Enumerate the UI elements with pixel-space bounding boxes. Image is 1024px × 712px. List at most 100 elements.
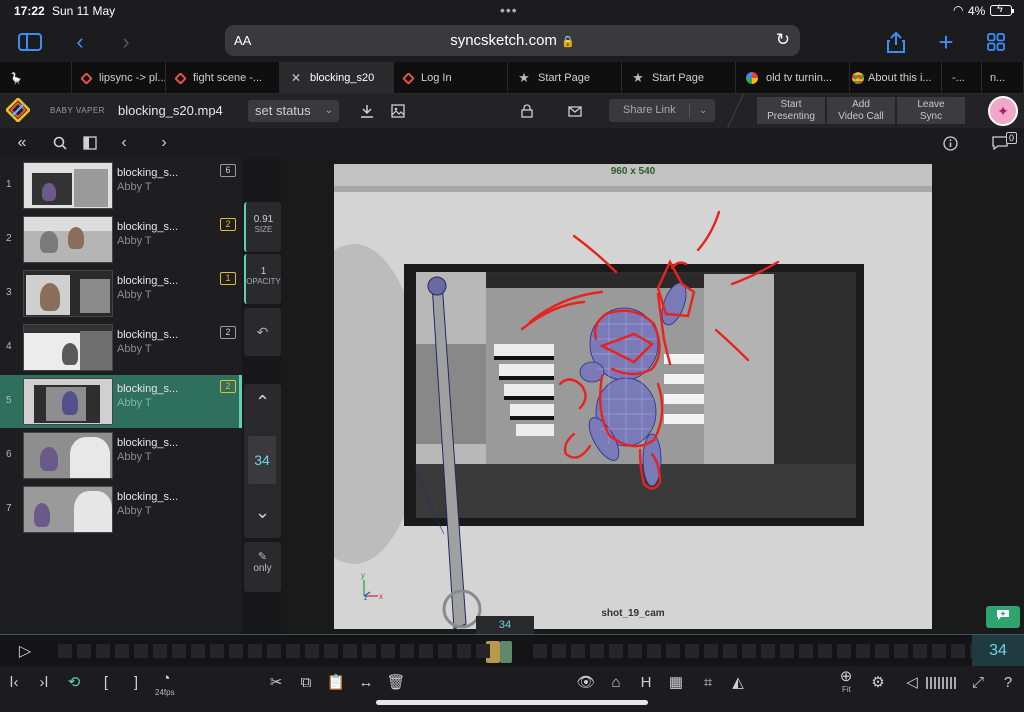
email-icon[interactable] — [566, 102, 584, 120]
frame-up-icon[interactable]: ⌃ — [244, 392, 281, 413]
timeline-frame-cell[interactable] — [666, 644, 680, 658]
list-item[interactable]: 1 blocking_s... Abby T 6 — [0, 159, 242, 212]
list-item[interactable]: 7 blocking_s... Abby T — [0, 483, 242, 536]
list-item[interactable]: 2 blocking_s... Abby T 2 — [0, 213, 242, 266]
address-bar[interactable]: AA syncsketch.com 🔒 ↻ — [225, 25, 800, 56]
timeline-frame-cell[interactable] — [913, 644, 927, 658]
timeline-frame-cell[interactable] — [153, 644, 167, 658]
tab-active[interactable]: ✕ blocking_s20 — [280, 62, 394, 94]
timeline-frame-cell[interactable] — [248, 644, 262, 658]
timeline-frame-cell[interactable] — [837, 644, 851, 658]
avatar[interactable]: ✦ — [988, 96, 1018, 126]
list-item[interactable]: 3 blocking_s... Abby T 1 — [0, 267, 242, 320]
reload-icon[interactable]: ↻ — [776, 30, 790, 50]
timeline-frame-cell[interactable] — [818, 644, 832, 658]
crop-icon[interactable]: ⌗ — [698, 672, 718, 692]
video-frame[interactable]: y z x 960 x 540 shot_19_cam — [334, 164, 932, 629]
timeline-frame-cell[interactable] — [609, 644, 623, 658]
timeline-frame-cell[interactable] — [229, 644, 243, 658]
eye-icon[interactable]: 👁 — [576, 672, 596, 692]
timeline-frame-cell[interactable] — [932, 644, 946, 658]
share-icon[interactable] — [882, 28, 910, 56]
timeline-frame-cell[interactable] — [134, 644, 148, 658]
timeline-frame-cell[interactable] — [780, 644, 794, 658]
list-item[interactable]: 4 blocking_s... Abby T 2 — [0, 321, 242, 374]
play-icon[interactable]: ▷ — [0, 635, 50, 667]
timeline-frame-cell[interactable] — [210, 644, 224, 658]
next-item-icon[interactable]: › — [154, 133, 174, 153]
timeline-frame-cell[interactable] — [305, 644, 319, 658]
list-item-active[interactable]: 5 blocking_s... Abby T 2 — [0, 375, 242, 428]
download-icon[interactable] — [358, 102, 376, 120]
timeline-frame-cell[interactable] — [96, 644, 110, 658]
scissors-icon[interactable]: ✂ — [266, 672, 286, 692]
ghost-icon[interactable]: ⌂ — [606, 672, 626, 692]
timeline-frame-cell[interactable] — [267, 644, 281, 658]
set-status-dropdown[interactable]: set status ⌄ — [248, 100, 339, 122]
volume-icon[interactable]: ◁ — [902, 672, 922, 692]
share-link-button[interactable]: Share Link ⌄ — [609, 99, 715, 122]
timeline-frame-cell[interactable] — [191, 644, 205, 658]
close-tab-icon[interactable]: ✕ — [290, 71, 302, 85]
timeline-frame-cell[interactable] — [115, 644, 129, 658]
timeline-frame-cell[interactable] — [761, 644, 775, 658]
loop-icon[interactable]: ⟲ — [64, 672, 84, 692]
help-icon[interactable]: ? — [998, 672, 1018, 692]
image-icon[interactable] — [389, 102, 407, 120]
timeline-frame-cell[interactable] — [723, 644, 737, 658]
tab-4[interactable]: Log In — [394, 62, 508, 94]
speed-gauge-icon[interactable]: ◔ — [156, 668, 176, 688]
timeline-frame-cell[interactable] — [457, 644, 471, 658]
timeline-frame-cell[interactable] — [742, 644, 756, 658]
timeline-frame-cell[interactable] — [590, 644, 604, 658]
hold-frames-button[interactable]: H — [636, 672, 656, 692]
tab-10[interactable]: n... — [982, 62, 1024, 94]
opacity-control[interactable]: 1 OPACITY — [244, 254, 281, 304]
timeline-frame-cell[interactable] — [628, 644, 642, 658]
timeline-frame-cell[interactable] — [400, 644, 414, 658]
playhead[interactable] — [500, 641, 512, 663]
gear-icon[interactable]: ⚙ — [868, 672, 888, 692]
timeline-frame-cell[interactable] — [685, 644, 699, 658]
tab-8[interactable]: About this i... — [850, 62, 942, 94]
tab-7[interactable]: old tv turnin... — [736, 62, 850, 94]
leave-sync-button[interactable]: Leave Sync — [897, 97, 965, 124]
syncsketch-logo[interactable] — [4, 96, 32, 124]
timeline-frame-cell[interactable] — [799, 644, 813, 658]
timeline-frame-cell[interactable] — [172, 644, 186, 658]
timeline-frame-cell[interactable] — [476, 644, 490, 658]
start-presenting-button[interactable]: Start Presenting — [757, 97, 825, 124]
move-icon[interactable]: ↔ — [356, 672, 376, 692]
add-video-call-button[interactable]: Add Video Call — [827, 97, 895, 124]
lock-icon[interactable] — [518, 102, 536, 120]
tab-1[interactable]: lipsync -> pl... — [72, 62, 166, 94]
back-icon[interactable]: ‹ — [66, 28, 94, 56]
info-icon[interactable] — [940, 133, 960, 153]
timeline-frame-cell[interactable] — [875, 644, 889, 658]
step-forward-icon[interactable]: ›ǀ — [34, 672, 54, 692]
search-icon[interactable] — [50, 133, 70, 153]
project-name[interactable]: BABY VAPER — [50, 106, 105, 115]
new-tab-icon[interactable]: + — [932, 27, 960, 57]
timeline-frame-cell[interactable] — [647, 644, 661, 658]
timeline-frame-cell[interactable] — [704, 644, 718, 658]
collapse-sidebar-icon[interactable]: « — [12, 133, 32, 153]
add-comment-button[interactable] — [986, 606, 1020, 628]
timeline-frame-cell[interactable] — [362, 644, 376, 658]
fullscreen-icon[interactable]: ⤢ — [968, 672, 988, 692]
timeline-track[interactable] — [52, 639, 1003, 663]
list-item[interactable]: 6 blocking_s... Abby T — [0, 429, 242, 482]
timeline-frame-cell[interactable] — [533, 644, 547, 658]
timeline-frame-cell[interactable] — [343, 644, 357, 658]
in-point-bracket[interactable]: [ — [96, 672, 116, 692]
tab-0[interactable]: 🪿 — [0, 62, 72, 94]
out-point-bracket[interactable]: ] — [126, 672, 146, 692]
delete-icon[interactable]: 🗑 — [386, 672, 406, 692]
timeline-frame-cell[interactable] — [324, 644, 338, 658]
step-back-icon[interactable]: ǀ‹ — [4, 672, 24, 692]
timeline-frame-cell[interactable] — [951, 644, 965, 658]
forward-icon[interactable]: › — [112, 28, 140, 56]
draw-only-toggle[interactable]: ✎ only — [244, 542, 281, 592]
timeline-frame-cell[interactable] — [571, 644, 585, 658]
timeline-frame-cell[interactable] — [552, 644, 566, 658]
